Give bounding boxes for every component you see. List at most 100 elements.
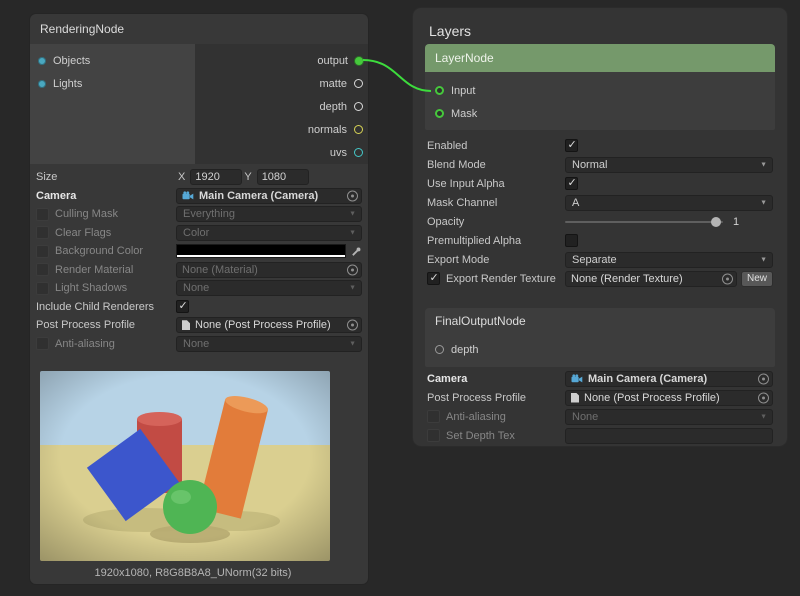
size-y-input[interactable] xyxy=(257,169,309,185)
use-input-alpha-checkbox[interactable] xyxy=(565,177,578,190)
object-picker-icon[interactable] xyxy=(722,273,733,284)
port-dot-uvs[interactable] xyxy=(354,148,363,157)
port-normals[interactable]: normals xyxy=(308,118,363,141)
opacity-slider[interactable] xyxy=(565,214,723,230)
export-render-texture-value: None (Render Texture) xyxy=(571,273,683,285)
final-anti-aliasing-checkbox[interactable] xyxy=(427,410,440,423)
export-mode-label: Export Mode xyxy=(427,254,489,266)
port-dot-output[interactable] xyxy=(355,57,363,65)
premultiplied-alpha-label: Premultiplied Alpha xyxy=(427,235,521,247)
rendering-node-output-ports: output matte depth normals uvs xyxy=(195,44,368,164)
enabled-label: Enabled xyxy=(427,140,467,152)
set-depth-tex-checkbox[interactable] xyxy=(427,429,440,442)
final-anti-aliasing-dropdown[interactable]: None ▼ xyxy=(565,409,773,425)
use-input-alpha-label: Use Input Alpha xyxy=(427,178,505,190)
render-material-checkbox[interactable] xyxy=(36,263,49,276)
rendering-node-ports: Objects Lights output matte depth xyxy=(30,44,368,164)
preview-caption: 1920x1080, R8G8B8A8_UNorm(32 bits) xyxy=(30,567,356,579)
export-mode-dropdown[interactable]: Separate ▼ xyxy=(565,252,773,268)
mask-channel-dropdown[interactable]: A ▼ xyxy=(565,195,773,211)
post-process-profile-field[interactable]: None (Post Process Profile) xyxy=(176,317,362,333)
rendering-node-input-ports: Objects Lights xyxy=(30,44,195,164)
anti-aliasing-label: Anti-aliasing xyxy=(55,338,115,350)
final-camera-field[interactable]: Main Camera (Camera) xyxy=(565,371,773,387)
render-material-label: Render Material xyxy=(55,264,133,276)
render-preview-wrap xyxy=(40,371,330,561)
port-dot-mask[interactable] xyxy=(435,109,444,118)
eyedropper-icon[interactable] xyxy=(351,246,362,257)
export-render-texture-checkbox[interactable] xyxy=(427,272,440,285)
mask-channel-row: Mask Channel A ▼ xyxy=(427,193,773,212)
post-process-profile-row: Post Process Profile None (Post Process … xyxy=(36,316,362,335)
port-final-depth[interactable]: depth xyxy=(435,338,775,361)
blend-mode-row: Blend Mode Normal ▼ xyxy=(427,155,773,174)
port-dot-objects[interactable] xyxy=(38,57,46,65)
port-objects[interactable]: Objects xyxy=(38,49,195,72)
culling-mask-dropdown[interactable]: Everything ▼ xyxy=(176,206,362,222)
size-x-input[interactable] xyxy=(190,169,242,185)
enabled-checkbox[interactable] xyxy=(565,139,578,152)
rendering-node-title: RenderingNode xyxy=(30,14,368,44)
object-picker-icon[interactable] xyxy=(758,392,769,403)
port-matte[interactable]: matte xyxy=(319,72,363,95)
new-button[interactable]: New xyxy=(741,271,773,287)
culling-mask-checkbox[interactable] xyxy=(36,208,49,221)
final-post-process-profile-value: None (Post Process Profile) xyxy=(584,392,720,404)
set-depth-tex-field[interactable] xyxy=(565,428,773,444)
port-mask[interactable]: Mask xyxy=(435,102,775,125)
layer-node-header[interactable]: LayerNode xyxy=(425,44,775,72)
final-anti-aliasing-label: Anti-aliasing xyxy=(446,411,506,423)
port-dot-depth[interactable] xyxy=(354,102,363,111)
include-child-renderers-checkbox[interactable] xyxy=(176,300,189,313)
light-shadows-checkbox[interactable] xyxy=(36,282,49,295)
opacity-value: 1 xyxy=(733,216,739,228)
size-row: Size X Y xyxy=(36,168,362,187)
port-dot-lights[interactable] xyxy=(38,80,46,88)
port-input[interactable]: Input xyxy=(435,79,775,102)
object-picker-icon[interactable] xyxy=(347,264,358,275)
chevron-down-icon: ▼ xyxy=(760,161,767,168)
layer-node-title: LayerNode xyxy=(435,51,494,65)
export-render-texture-field[interactable]: None (Render Texture) xyxy=(565,271,737,287)
camera-row: Camera Main Camera (Camera) xyxy=(36,187,362,206)
set-depth-tex-row: Set Depth Tex xyxy=(427,426,773,445)
final-post-process-profile-field[interactable]: None (Post Process Profile) xyxy=(565,390,773,406)
port-uvs[interactable]: uvs xyxy=(330,141,363,164)
port-lights[interactable]: Lights xyxy=(38,72,195,95)
anti-aliasing-checkbox[interactable] xyxy=(36,337,49,350)
port-dot-matte[interactable] xyxy=(354,79,363,88)
background-color-swatch[interactable] xyxy=(176,244,346,258)
blend-mode-dropdown[interactable]: Normal ▼ xyxy=(565,157,773,173)
camera-object-field[interactable]: Main Camera (Camera) xyxy=(176,188,362,204)
object-picker-icon[interactable] xyxy=(347,320,358,331)
port-dot-input[interactable] xyxy=(435,86,444,95)
port-depth[interactable]: depth xyxy=(319,95,363,118)
object-picker-icon[interactable] xyxy=(347,190,358,201)
clear-flags-dropdown[interactable]: Color ▼ xyxy=(176,225,362,241)
post-process-profile-label: Post Process Profile xyxy=(36,319,135,331)
port-input-label: Input xyxy=(451,85,475,97)
premultiplied-alpha-checkbox[interactable] xyxy=(565,234,578,247)
light-shadows-dropdown[interactable]: None ▼ xyxy=(176,280,362,296)
port-dot-normals[interactable] xyxy=(354,125,363,134)
layer-node[interactable]: LayerNode Input Mask Enabled Blen xyxy=(425,44,775,288)
opacity-slider-handle[interactable] xyxy=(711,217,721,227)
anti-aliasing-dropdown[interactable]: None ▼ xyxy=(176,336,362,352)
render-material-row: Render Material None (Material) xyxy=(36,261,362,280)
rendering-node[interactable]: RenderingNode Objects Lights output m xyxy=(30,14,368,584)
port-output[interactable]: output xyxy=(317,49,363,72)
clear-flags-checkbox[interactable] xyxy=(36,226,49,239)
object-picker-icon[interactable] xyxy=(758,373,769,384)
final-camera-value: Main Camera (Camera) xyxy=(588,373,707,385)
final-post-process-profile-label: Post Process Profile xyxy=(427,392,526,404)
final-camera-label: Camera xyxy=(427,373,467,385)
port-objects-label: Objects xyxy=(53,55,90,67)
final-output-node-ports: depth xyxy=(425,334,775,367)
render-material-field[interactable]: None (Material) xyxy=(176,262,362,278)
port-final-depth-label: depth xyxy=(451,344,479,356)
port-dot-final-depth[interactable] xyxy=(435,345,444,354)
background-color-checkbox[interactable] xyxy=(36,245,49,258)
final-output-node[interactable]: FinalOutputNode depth Camera Main xyxy=(425,308,775,445)
premultiplied-alpha-row: Premultiplied Alpha xyxy=(427,231,773,250)
post-process-profile-value: None (Post Process Profile) xyxy=(195,319,331,331)
